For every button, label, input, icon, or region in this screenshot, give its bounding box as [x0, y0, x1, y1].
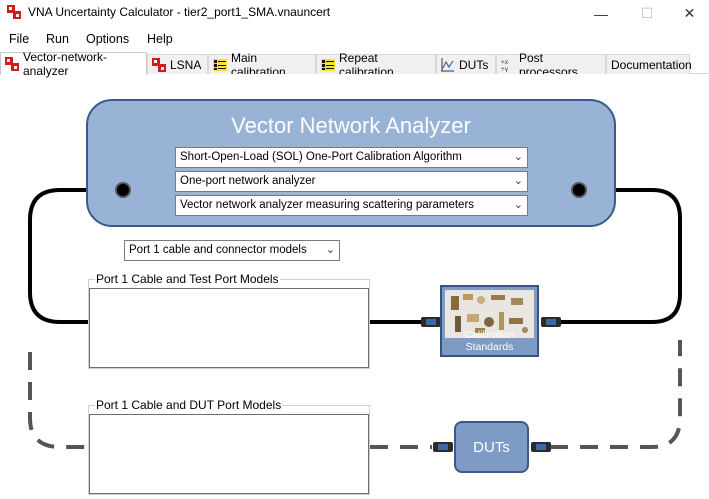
svg-text:+x: +x [501, 59, 509, 66]
tab-documentation[interactable]: Documentation [606, 54, 692, 74]
measurement-select-value: Vector network analyzer measuring scatte… [180, 199, 475, 211]
menu-run[interactable]: Run [46, 32, 69, 46]
menu-help[interactable]: Help [147, 32, 173, 46]
tab-duts[interactable]: DUTs [436, 54, 496, 74]
app-icon [7, 5, 21, 19]
port1-models-select-value: Port 1 cable and connector models [129, 244, 307, 256]
tab-post-processors[interactable]: +x ÷y Post processors [496, 51, 606, 79]
vna-icon [5, 57, 19, 71]
algorithm-select[interactable]: Short-Open-Load (SOL) One-Port Calibrati… [175, 147, 528, 168]
maximize-button[interactable]: ☐ [624, 0, 670, 27]
duts-label: DUTs [473, 439, 510, 456]
cal-connector-right [541, 317, 561, 327]
port1-models-select[interactable]: Port 1 cable and connector models ⌄ [124, 240, 340, 261]
tab-bar: Vector-network-analyzer LSNA Main calibr… [0, 50, 709, 79]
tab-repeat-calibration[interactable]: Repeat calibration [316, 51, 436, 79]
chevron-down-icon: ⌄ [513, 151, 523, 163]
close-button[interactable]: ✕ [670, 0, 709, 27]
tab-vector-network-analyzer[interactable]: Vector-network-analyzer [0, 50, 147, 78]
title-bar: VNA Uncertainty Calculator - tier2_port1… [0, 0, 709, 27]
minimize-button[interactable]: — [578, 0, 624, 27]
vna-port2-dot [571, 182, 587, 198]
analyzer-type-select[interactable]: One-port network analyzer ⌄ [175, 171, 528, 192]
cal-connector-left [421, 317, 441, 327]
menu-file[interactable]: File [9, 32, 29, 46]
tab-label: Vector-network-analyzer [23, 50, 108, 78]
test-port-models-title: Port 1 Cable and Test Port Models [95, 272, 280, 286]
measurement-select[interactable]: Vector network analyzer measuring scatte… [175, 195, 528, 216]
test-port-models-panel[interactable] [89, 288, 369, 368]
dut-connector-right [531, 442, 551, 452]
tab-main-calibration[interactable]: Main calibration [208, 51, 316, 79]
calibration-standards-label: Calibration Standards [464, 329, 515, 353]
window-title: VNA Uncertainty Calculator - tier2_port1… [28, 5, 331, 19]
analyzer-type-select-value: One-port network analyzer [180, 175, 316, 187]
tab-label: LSNA [170, 57, 202, 72]
tab-label: DUTs [459, 57, 489, 72]
tab-label: Documentation [611, 57, 692, 72]
main-calibration-icon [213, 58, 227, 71]
menu-options[interactable]: Options [86, 32, 129, 46]
dut-connector-left [433, 442, 453, 452]
svg-text:÷y: ÷y [501, 66, 509, 72]
test-port-models-group: Port 1 Cable and Test Port Models [88, 272, 370, 369]
duts-chart-icon [441, 57, 454, 71]
vna-port1-dot [115, 182, 131, 198]
chevron-down-icon: ⌄ [325, 244, 335, 256]
menu-bar: File Run Options Help [0, 28, 709, 50]
lsna-icon [152, 57, 166, 72]
dut-port-models-panel[interactable] [89, 414, 369, 494]
chevron-down-icon: ⌄ [513, 175, 523, 187]
chevron-down-icon: ⌄ [513, 199, 523, 211]
vna-title: Vector Network Analyzer [231, 113, 471, 138]
duts-block[interactable]: DUTs [454, 421, 529, 473]
repeat-calibration-icon [321, 58, 335, 71]
post-processors-icon: +x ÷y [501, 59, 509, 72]
dut-port-models-group: Port 1 Cable and DUT Port Models [88, 398, 370, 495]
calibration-standards-block[interactable]: Calibration Standards [440, 285, 539, 357]
tab-lsna[interactable]: LSNA [147, 54, 208, 74]
algorithm-select-value: Short-Open-Load (SOL) One-Port Calibrati… [180, 151, 462, 163]
dut-port-models-title: Port 1 Cable and DUT Port Models [95, 398, 283, 412]
